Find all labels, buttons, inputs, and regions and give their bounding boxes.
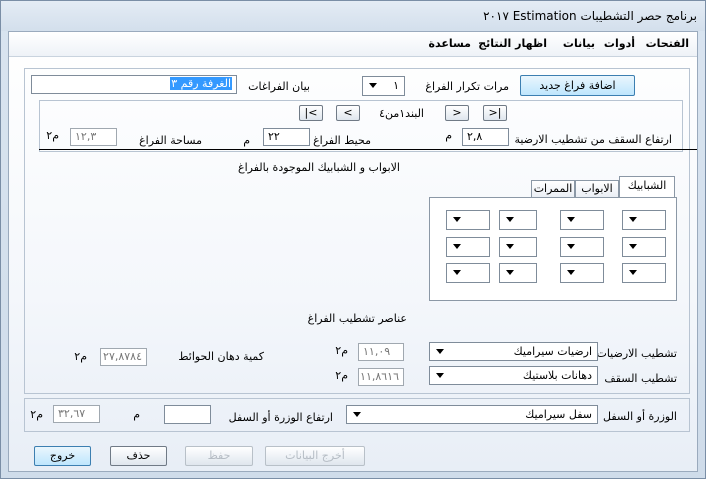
title-bar: برنامج حصر التشطيبات Estimation ٢٠١٧ <box>1 1 705 31</box>
window-title: برنامج حصر التشطيبات Estimation ٢٠١٧ <box>483 9 697 23</box>
app-window: برنامج حصر التشطيبات Estimation ٢٠١٧ الف… <box>0 0 706 479</box>
wall-paint-display: ٢٧,٨٧٨٤ <box>100 348 147 366</box>
opening-combo[interactable] <box>446 263 490 283</box>
chevron-down-icon <box>506 270 514 275</box>
repeat-value: ١ <box>393 79 399 92</box>
chevron-down-icon <box>567 270 575 275</box>
perimeter-label: محيط الفراغ <box>313 134 371 147</box>
add-space-button[interactable]: اضافة فراغ جديد <box>520 75 635 96</box>
repeat-combo[interactable]: ١ <box>362 76 405 96</box>
opening-combo[interactable] <box>560 237 604 257</box>
menu-show-results[interactable]: اظهار النتائج <box>478 37 547 50</box>
opening-combo[interactable] <box>622 210 666 230</box>
divider <box>39 149 697 150</box>
perimeter-input[interactable]: ٢٢ <box>263 128 310 146</box>
chevron-down-icon <box>436 349 444 354</box>
menu-bar: الفتحات أدوات بيانات اظهار النتائج مساعد… <box>9 32 697 57</box>
chevron-down-icon <box>629 244 637 249</box>
record-position-label: البند١من٤ <box>379 107 424 120</box>
last-record-button[interactable]: >| <box>299 105 323 121</box>
ceiling-finish-combo[interactable]: دهانات بلاستيك <box>429 366 598 385</box>
opening-combo[interactable] <box>499 263 537 283</box>
ceiling-finish-value: دهانات بلاستيك <box>522 369 592 382</box>
finishes-title: عناصر تشطيب الفراغ <box>307 312 407 325</box>
menu-tools[interactable]: أدوات <box>604 37 635 50</box>
save-button[interactable]: حفظ <box>185 446 253 466</box>
skirting-combo[interactable]: سفل سيراميك <box>346 405 598 424</box>
ceiling-qty-unit: م٢ <box>335 369 348 382</box>
menu-openings[interactable]: الفتحات <box>646 37 689 50</box>
chevron-down-icon <box>506 244 514 249</box>
chevron-down-icon <box>436 373 444 378</box>
space-name-input[interactable]: الغرفة رقم ٣ <box>31 75 237 94</box>
opening-combo[interactable] <box>560 210 604 230</box>
skirting-qty-display: ٣٢,٦٧ <box>53 405 100 423</box>
skirting-qty-unit: م٢ <box>30 408 43 421</box>
chevron-down-icon <box>506 217 514 222</box>
floor-finish-label: تشطيب الارضيات <box>596 347 677 360</box>
skirting-label: الوزرة أو السفل <box>603 410 677 423</box>
perimeter-unit: م <box>243 134 250 147</box>
tab-doors[interactable]: الابواب <box>575 180 619 198</box>
wall-paint-unit: م٢ <box>74 350 87 363</box>
skirting-value: سفل سيراميك <box>525 408 592 421</box>
opening-combo[interactable] <box>446 237 490 257</box>
floor-finish-value: ارضيات سيراميك <box>513 345 592 358</box>
exit-button[interactable]: خروج <box>34 446 91 466</box>
chevron-down-icon <box>567 244 575 249</box>
menu-help[interactable]: مساعدة <box>429 37 472 50</box>
opening-combo[interactable] <box>560 263 604 283</box>
floor-qty-display: ١١,٠٩ <box>358 343 404 361</box>
opening-combo[interactable] <box>499 237 537 257</box>
delete-button[interactable]: حذف <box>110 446 167 466</box>
space-label: بيان الفراغات <box>248 80 310 93</box>
chevron-down-icon <box>369 83 377 88</box>
ceiling-qty-display: ١١,٨٦١٦ <box>358 368 404 386</box>
next-record-button[interactable]: > <box>336 105 360 121</box>
main-form: الفتحات أدوات بيانات اظهار النتائج مساعد… <box>8 31 698 472</box>
area-label: مساحة الفراغ <box>139 134 202 147</box>
opening-combo[interactable] <box>622 263 666 283</box>
space-name-value: الغرفة رقم ٣ <box>170 77 232 90</box>
chevron-down-icon <box>453 270 461 275</box>
chevron-down-icon <box>353 412 361 417</box>
area-display: ١٢,٣ <box>70 128 117 146</box>
opening-combo[interactable] <box>499 210 537 230</box>
chevron-down-icon <box>567 217 575 222</box>
chevron-down-icon <box>453 217 461 222</box>
repeat-label: مرات تكرار الفراغ <box>425 80 509 93</box>
skirting-height-label: ارتفاع الوزرة أو السفل <box>228 411 333 424</box>
wall-paint-label: كمية دهان الحوائط <box>178 350 264 363</box>
update-button[interactable]: أخرج البيانات <box>265 446 365 466</box>
ceiling-finish-label: تشطيب السقف <box>604 372 677 385</box>
tab-corridors[interactable]: الممرات <box>531 180 575 198</box>
opening-combo[interactable] <box>622 237 666 257</box>
chevron-down-icon <box>453 244 461 249</box>
chevron-down-icon <box>629 217 637 222</box>
area-unit: م٢ <box>46 129 59 142</box>
prev-record-button[interactable]: < <box>445 105 469 121</box>
tab-windows[interactable]: الشبابيك <box>619 176 675 198</box>
floor-finish-combo[interactable]: ارضيات سيراميك <box>429 342 598 361</box>
menu-data[interactable]: بيانات <box>563 37 595 50</box>
opening-combo[interactable] <box>446 210 490 230</box>
ceiling-height-input[interactable]: ٢,٨ <box>462 128 509 146</box>
openings-title: الابواب و الشبابيك الموجودة بالفراغ <box>238 161 400 174</box>
first-record-button[interactable]: |< <box>483 105 507 121</box>
ceiling-height-label: ارتفاع السقف من تشطيب الارضية <box>514 133 672 146</box>
floor-qty-unit: م٢ <box>335 344 348 357</box>
skirting-height-input[interactable] <box>164 405 211 424</box>
chevron-down-icon <box>629 270 637 275</box>
skirting-height-unit: م <box>133 408 140 421</box>
ceiling-height-unit: م <box>445 129 452 142</box>
